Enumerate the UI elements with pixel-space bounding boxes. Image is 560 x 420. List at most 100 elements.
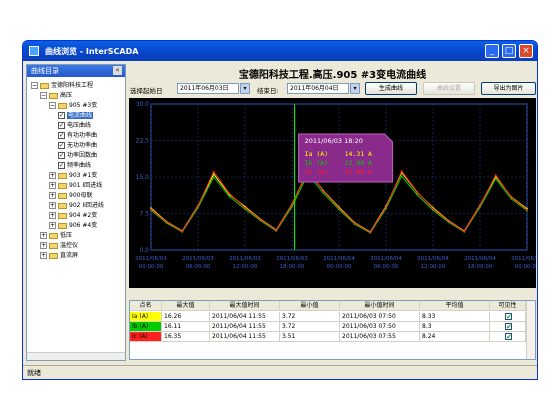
curve-checkbox[interactable]: ✓ (58, 162, 65, 169)
export-image-button[interactable]: 导出为图片 (481, 82, 536, 95)
main-panel: 宝德阳科技工程.高压.905 #3变电流曲线 选择起始日 2011年06月03日… (129, 64, 536, 361)
data-point (197, 205, 199, 208)
app-window: 曲线浏览 - InterSCADA _ □ × 曲线目录 « − 宝德阳科技工程 −… (22, 40, 538, 380)
tree-item[interactable]: ✓ 电压曲线 (58, 121, 91, 130)
x-tick-date: 2011/06/03 (135, 256, 167, 262)
minimize-button[interactable]: _ (485, 44, 499, 58)
data-point (228, 195, 231, 198)
tree-item-label: 有功功率曲 (67, 132, 98, 139)
tree-item[interactable]: − 高压 (40, 91, 72, 100)
data-point (181, 230, 184, 233)
collapse-node-icon[interactable]: − (49, 102, 56, 109)
tree-item[interactable]: +906 #4变 (49, 221, 97, 230)
folder-icon (49, 92, 58, 99)
end-date-field[interactable]: 2011年06月04日 (287, 83, 349, 94)
table-row[interactable]: Ib (A) 16.11 2011/06/04 11:55 3.72 2011/06/0… (130, 322, 526, 332)
folder-icon (49, 232, 58, 239)
y-tick-label: 0.0 (139, 247, 149, 254)
x-tick-time: 12:00:00 (421, 264, 446, 270)
expand-node-icon[interactable]: + (40, 252, 47, 259)
tree-item[interactable]: +900母联 (49, 191, 92, 200)
table-row[interactable]: Ic (A) 16.35 2011/06/04 11:55 3.51 2011/06/0… (130, 332, 526, 342)
expand-node-icon[interactable]: + (40, 232, 47, 239)
tree-horizontal-scrollbar[interactable] (27, 352, 125, 360)
tree-item[interactable]: − 905 #3变 (49, 101, 97, 110)
tree-item[interactable]: ✓ 电流曲线 (58, 111, 94, 120)
generate-curve-button[interactable]: 生成曲线 (365, 82, 417, 95)
current-curve-chart[interactable]: 30.0 22.5 15.0 7.5 0.0 2011/06/03 00:00:00 2011… (129, 98, 536, 288)
table-row[interactable]: Ia (A) 16.26 2011/06/04 11:55 3.72 2011/06/0… (130, 312, 526, 322)
expand-node-icon[interactable]: + (49, 182, 56, 189)
cell-max: 16.35 (162, 332, 210, 342)
expand-node-icon[interactable]: + (49, 222, 56, 229)
data-point (416, 191, 419, 193)
tree-item-label: 905 #3变 (69, 102, 98, 109)
data-point (432, 207, 434, 210)
folder-icon (58, 212, 67, 219)
tree-item-label: 低压 (60, 232, 73, 239)
close-button[interactable]: × (519, 44, 533, 58)
cell-visible: ✔ (490, 322, 526, 332)
tree-item[interactable]: +901 I回进线 (49, 181, 102, 190)
folder-icon (58, 172, 67, 179)
title-bar[interactable]: 曲线浏览 - InterSCADA _ □ × (23, 41, 537, 61)
curve-checkbox[interactable]: ✓ (58, 142, 65, 149)
tree-item[interactable]: ✓ 功率因数曲 (58, 151, 97, 160)
curve-checkbox[interactable]: ✓ (58, 152, 65, 159)
curve-checkbox[interactable]: ✓ (58, 132, 65, 139)
folder-icon (58, 192, 67, 199)
tree-item[interactable]: ✓ 无功功率曲 (58, 141, 97, 150)
cell-max-time: 2011/06/04 11:55 (210, 312, 280, 322)
expand-node-icon[interactable]: + (49, 212, 56, 219)
curve-settings-button[interactable]: 曲线设置 (423, 82, 475, 95)
visibility-checkbox[interactable]: ✔ (505, 333, 512, 341)
tree-item-label: 宝德阳科技工程 (51, 82, 94, 89)
data-point (400, 175, 403, 177)
expand-node-icon[interactable]: + (40, 242, 47, 249)
collapse-panel-button[interactable]: « (113, 66, 122, 75)
data-point (400, 170, 403, 173)
x-tick-time: 18:00:00 (468, 264, 493, 270)
end-date-dropdown-button[interactable]: ▾ (350, 83, 360, 94)
cell-max: 16.26 (162, 312, 210, 322)
data-point (526, 208, 528, 211)
data-point (479, 204, 481, 207)
tree-item[interactable]: +903 #1变 (49, 171, 97, 180)
folder-icon (58, 222, 67, 229)
status-text: 就绪 (27, 369, 41, 377)
x-tick-time: 00:00:00 (515, 264, 536, 270)
tree-item[interactable]: ✓ 频率曲线 (58, 161, 91, 170)
collapse-node-icon[interactable]: − (31, 82, 38, 89)
cell-name: Ic (A) (130, 332, 162, 342)
tree-item[interactable]: +904 #2变 (49, 211, 97, 220)
curve-checkbox[interactable]: ✓ (58, 112, 65, 119)
tree-item[interactable]: ✓ 有功功率曲 (58, 131, 97, 140)
tree-item[interactable]: +902 II回进线 (49, 201, 104, 210)
y-tick-label: 22.5 (136, 138, 150, 145)
table-vertical-scrollbar[interactable] (526, 301, 535, 359)
tree-item[interactable]: − 宝德阳科技工程 (31, 81, 93, 90)
start-date-dropdown-button[interactable]: ▾ (240, 83, 250, 94)
cell-max: 16.11 (162, 322, 210, 332)
tree-item[interactable]: + 直流屏 (40, 251, 78, 260)
start-date-label: 选择起始日 (130, 87, 163, 95)
y-tick-label: 15.0 (136, 174, 150, 181)
data-point (447, 220, 450, 223)
visibility-checkbox[interactable]: ✔ (505, 313, 512, 321)
data-point (385, 206, 387, 209)
cell-min-time: 2011/06/03 07:50 (340, 322, 420, 332)
maximize-button[interactable]: □ (502, 44, 516, 58)
data-point (494, 174, 497, 176)
visibility-checkbox[interactable]: ✔ (505, 323, 512, 331)
tree-item[interactable]: + 温控仪 (40, 241, 78, 250)
curve-checkbox[interactable]: ✓ (58, 122, 65, 129)
expand-node-icon[interactable]: + (49, 202, 56, 209)
data-point (353, 222, 356, 225)
start-date-field[interactable]: 2011年06月03日 (177, 83, 239, 94)
folder-icon (49, 252, 58, 259)
collapse-node-icon[interactable]: − (40, 92, 47, 99)
expand-node-icon[interactable]: + (49, 192, 56, 199)
tooltip-series-value: 14.31 A (345, 150, 372, 158)
expand-node-icon[interactable]: + (49, 172, 56, 179)
tree-item[interactable]: + 低压 (40, 231, 72, 240)
